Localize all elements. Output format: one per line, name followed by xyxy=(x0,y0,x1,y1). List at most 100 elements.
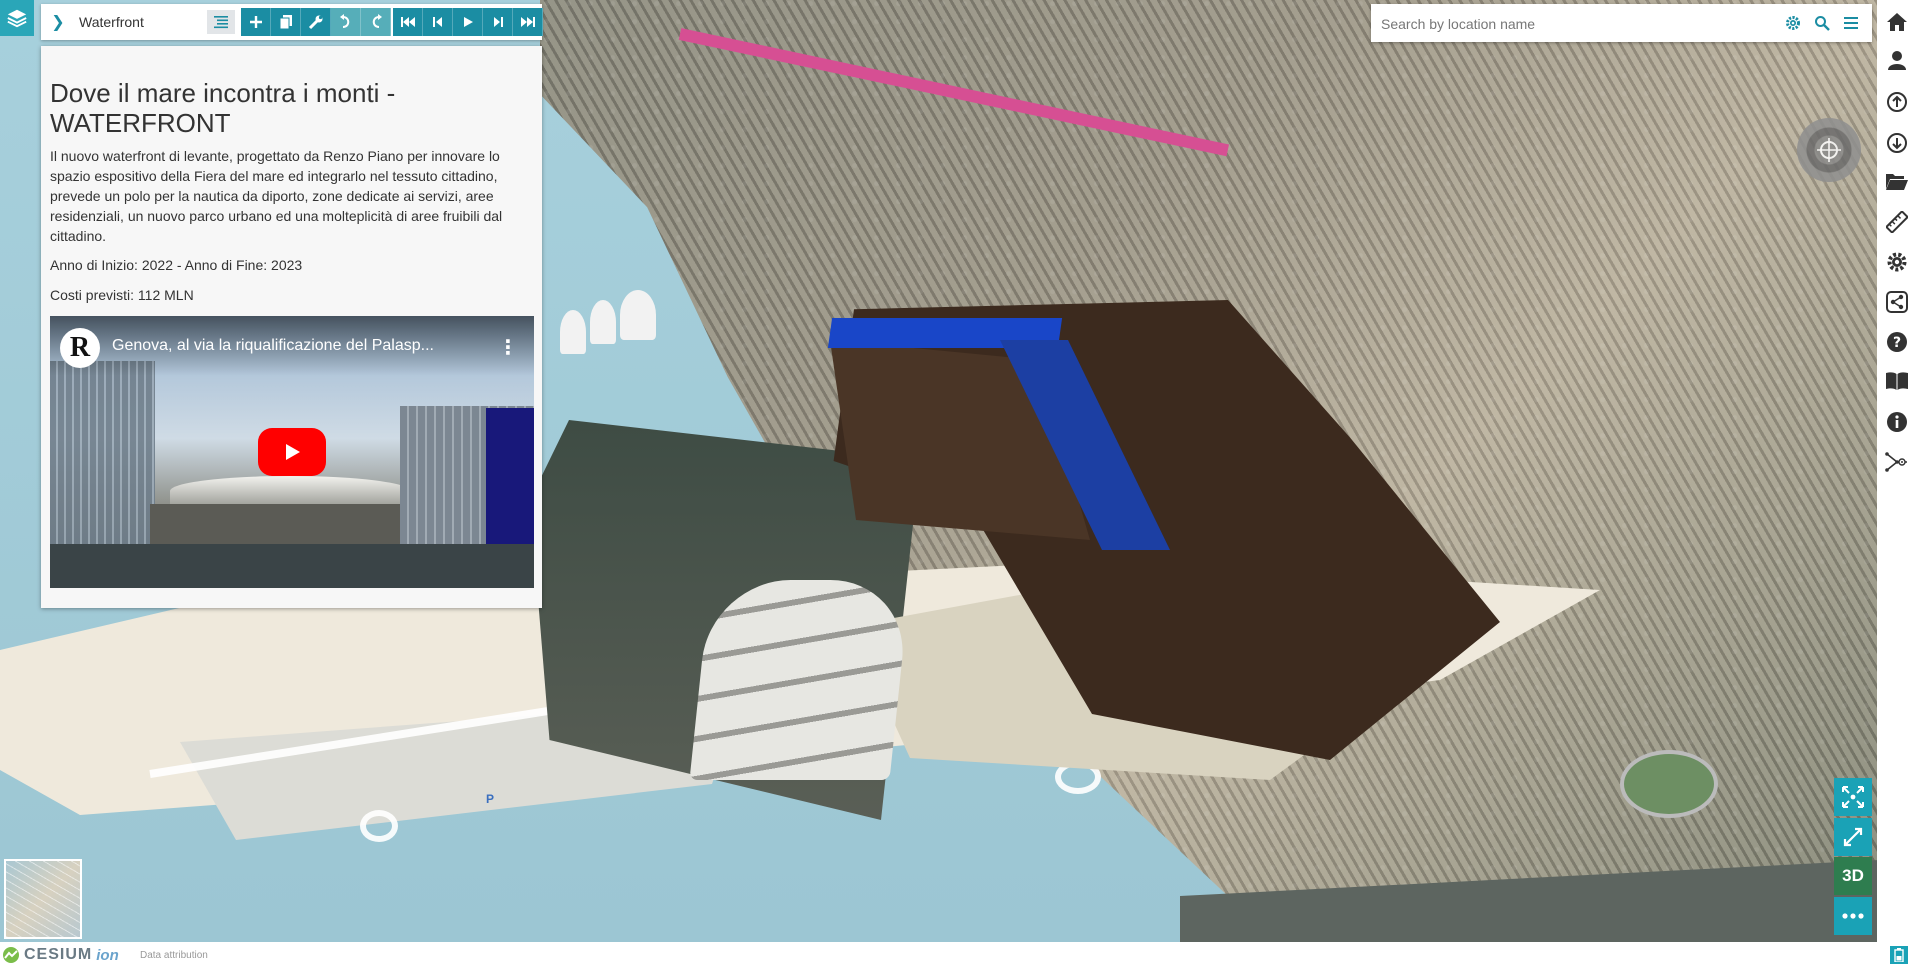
story-edit-tools xyxy=(241,8,391,36)
video-more-icon[interactable]: ⋮ xyxy=(498,334,518,362)
copy-icon xyxy=(279,15,292,30)
redo-icon xyxy=(372,14,382,28)
boat xyxy=(560,310,586,354)
youtube-video[interactable]: R Genova, al via la riqualificazione del… xyxy=(50,316,534,588)
more-dots-icon xyxy=(1842,913,1864,919)
previous-scene-button[interactable] xyxy=(423,8,453,36)
measure-button[interactable] xyxy=(1883,208,1911,236)
performance-button[interactable] xyxy=(1890,946,1908,964)
help-icon: ? xyxy=(1887,332,1907,352)
battery-icon xyxy=(1894,948,1904,962)
book-icon xyxy=(1886,372,1908,390)
share-button[interactable] xyxy=(1883,288,1911,316)
download-button[interactable] xyxy=(1883,129,1911,157)
more-options-button[interactable] xyxy=(1834,897,1872,935)
next-scene-button[interactable] xyxy=(483,8,513,36)
search-settings-button[interactable] xyxy=(1783,13,1803,33)
open-folder-button[interactable] xyxy=(1883,168,1911,196)
upload-icon xyxy=(1887,92,1907,112)
roundabout-east xyxy=(1620,750,1718,818)
story-heading: Dove il mare incontra i monti - WATERFRO… xyxy=(50,78,396,138)
layers-icon xyxy=(7,9,27,28)
last-scene-button[interactable] xyxy=(513,8,543,36)
story-costs: Costi previsti: 112 MLN xyxy=(50,287,194,303)
cesium-wordmark: CESIUM xyxy=(24,946,93,963)
search-input[interactable] xyxy=(1379,12,1783,36)
story-panel: Dove il mare incontra i monti - WATERFRO… xyxy=(41,46,542,608)
data-attribution-link[interactable]: Data attribution xyxy=(140,950,208,961)
last-icon xyxy=(520,17,535,27)
zoom-to-extent-button[interactable] xyxy=(1834,778,1872,816)
redo-button[interactable] xyxy=(361,8,391,36)
share-icon xyxy=(1886,291,1908,313)
ruler-icon xyxy=(1886,211,1908,233)
location-search xyxy=(1371,4,1872,42)
play-icon xyxy=(463,17,473,27)
view-mode-button[interactable]: 3D xyxy=(1834,857,1872,895)
download-icon xyxy=(1887,133,1907,153)
search-button[interactable] xyxy=(1812,13,1832,33)
chevron-right-icon: ❯ xyxy=(51,14,65,31)
search-icon xyxy=(1815,16,1830,31)
parking-label: P xyxy=(486,792,495,806)
story-description: Il nuovo waterfront di levante, progetta… xyxy=(50,148,503,244)
gear-icon xyxy=(1786,16,1800,30)
hamburger-icon xyxy=(1844,17,1858,29)
help-button[interactable]: ? xyxy=(1883,328,1911,356)
folder-open-icon xyxy=(1886,174,1908,190)
roundabout-west xyxy=(360,810,398,842)
stories-button[interactable] xyxy=(1883,367,1911,395)
play-story-button[interactable] xyxy=(453,8,483,36)
fullscreen-button[interactable] xyxy=(1834,818,1872,856)
first-icon xyxy=(400,17,415,27)
overview-map[interactable] xyxy=(4,859,82,939)
tour-icon xyxy=(1885,452,1907,472)
add-scene-button[interactable] xyxy=(241,8,271,36)
user-icon xyxy=(1888,51,1906,70)
crosshair-icon xyxy=(1817,138,1841,162)
list-icon xyxy=(214,16,228,29)
first-scene-button[interactable] xyxy=(393,8,423,36)
duplicate-scene-button[interactable] xyxy=(271,8,301,36)
info-button[interactable] xyxy=(1883,408,1911,436)
boat xyxy=(620,290,656,340)
gear-icon xyxy=(1887,252,1907,272)
story-navigation xyxy=(393,8,543,36)
play-triangle-icon xyxy=(286,444,300,460)
focus-icon xyxy=(1842,786,1864,808)
boat xyxy=(590,300,616,344)
channel-avatar[interactable]: R xyxy=(60,328,100,368)
cesium-logo-icon xyxy=(3,947,19,963)
right-toolbar: ? xyxy=(1877,0,1917,942)
upload-button[interactable] xyxy=(1883,88,1911,116)
credits-bar: CESIUM ion Data attribution xyxy=(0,942,1917,969)
video-palasport-roof xyxy=(170,476,410,506)
layers-button[interactable] xyxy=(0,0,34,36)
svg-text:?: ? xyxy=(1893,335,1901,351)
story-title-label: Waterfront xyxy=(79,14,144,30)
undo-icon xyxy=(339,14,349,28)
plus-icon xyxy=(249,16,262,28)
edit-scene-button[interactable] xyxy=(301,8,331,36)
home-icon xyxy=(1887,13,1907,31)
settings-button[interactable] xyxy=(1883,248,1911,276)
search-menu-button[interactable] xyxy=(1841,13,1861,33)
video-palasport-base xyxy=(150,504,410,544)
story-toolbar: ❯ Waterfront xyxy=(41,4,543,40)
user-button[interactable] xyxy=(1883,46,1911,74)
story-years: Anno di Inizio: 2022 - Anno di Fine: 202… xyxy=(50,257,303,273)
video-title[interactable]: Genova, al via la riqualificazione del P… xyxy=(112,337,434,355)
youtube-play-button[interactable] xyxy=(258,428,326,476)
video-water xyxy=(50,544,534,588)
navigation-compass[interactable] xyxy=(1797,118,1861,182)
next-icon xyxy=(493,17,503,27)
story-list-button[interactable] xyxy=(207,10,235,34)
ion-wordmark: ion xyxy=(96,946,119,964)
cesium-ion-logo[interactable]: CESIUM ion xyxy=(2,946,119,964)
tour-button[interactable] xyxy=(1883,448,1911,476)
expand-icon xyxy=(1843,827,1863,847)
previous-icon xyxy=(432,17,442,27)
home-button[interactable] xyxy=(1883,8,1911,36)
undo-button[interactable] xyxy=(331,8,361,36)
wrench-icon xyxy=(308,15,322,30)
